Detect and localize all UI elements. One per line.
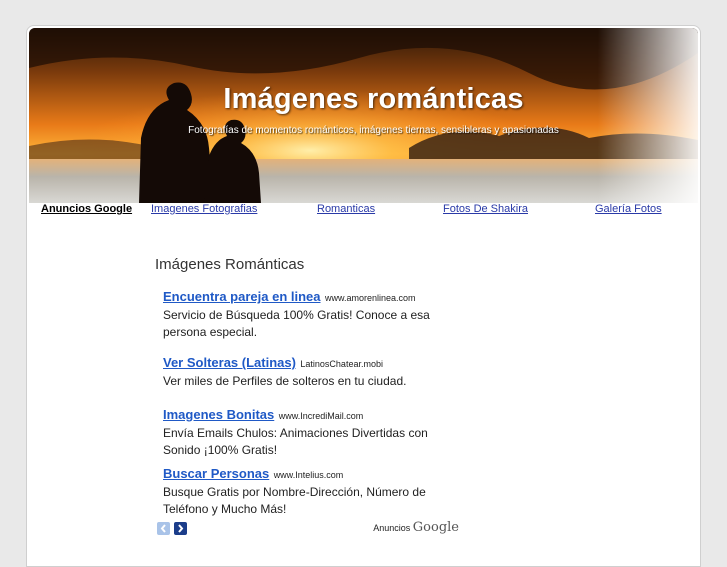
nav-link-fotos-de-shakira[interactable]: Fotos De Shakira <box>443 203 528 215</box>
ad-item: Encuentra pareja en linea www.amorenline… <box>163 288 463 341</box>
site-tagline: Fotografías de momentos románticos, imág… <box>188 125 559 136</box>
ad-block-heading: Imágenes Románticas <box>155 256 305 273</box>
prev-ads-button[interactable] <box>157 522 170 535</box>
ad-url[interactable]: www.amorenlinea.com <box>325 293 416 303</box>
next-ads-button[interactable] <box>174 522 187 535</box>
ad-description: Busque Gratis por Nombre-Dirección, Núme… <box>163 485 426 516</box>
ad-footer: Anuncios Google <box>155 520 459 536</box>
ads-by-google-link[interactable]: Anuncios Google <box>373 520 459 535</box>
nav-link-galeria-fotos[interactable]: Galería Fotos <box>595 203 662 215</box>
nav-link-imagenes-fotografias[interactable]: Imagenes Fotografias <box>151 203 257 215</box>
nav-ads-label[interactable]: Anuncios Google <box>41 203 132 215</box>
ads-by-label: Anuncios <box>373 523 411 533</box>
ad-description: Envía Emails Chulos: Animaciones Diverti… <box>163 426 428 457</box>
ad-url[interactable]: www.IncrediMail.com <box>279 411 364 421</box>
ad-item: Buscar Personas www.Intelius.com Busque … <box>163 465 463 518</box>
ad-title-link[interactable]: Buscar Personas <box>163 466 269 481</box>
ad-url[interactable]: LatinosChatear.mobi <box>300 359 383 369</box>
nav-bar: Anuncios Google Imagenes Fotografias Rom… <box>27 201 700 221</box>
ad-item: Imagenes Bonitas www.IncrediMail.com Env… <box>163 406 463 459</box>
ad-title-link[interactable]: Encuentra pareja en linea <box>163 289 321 304</box>
ad-description: Ver miles de Perfiles de solteros en tu … <box>163 374 407 388</box>
nav-link-romanticas[interactable]: Romanticas <box>317 203 375 215</box>
chevron-right-icon <box>178 524 184 533</box>
ad-title-link[interactable]: Ver Solteras (Latinas) <box>163 355 296 370</box>
page-container: Imágenes románticas Fotografías de momen… <box>26 25 701 567</box>
chevron-left-icon <box>160 524 166 533</box>
site-title: Imágenes románticas <box>223 83 524 115</box>
ad-title-link[interactable]: Imagenes Bonitas <box>163 407 274 422</box>
ad-url[interactable]: www.Intelius.com <box>274 470 344 480</box>
google-wordmark: Google <box>412 520 459 535</box>
ad-description: Servicio de Búsqueda 100% Gratis! Conoce… <box>163 308 430 339</box>
ad-item: Ver Solteras (Latinas) LatinosChatear.mo… <box>163 354 463 390</box>
